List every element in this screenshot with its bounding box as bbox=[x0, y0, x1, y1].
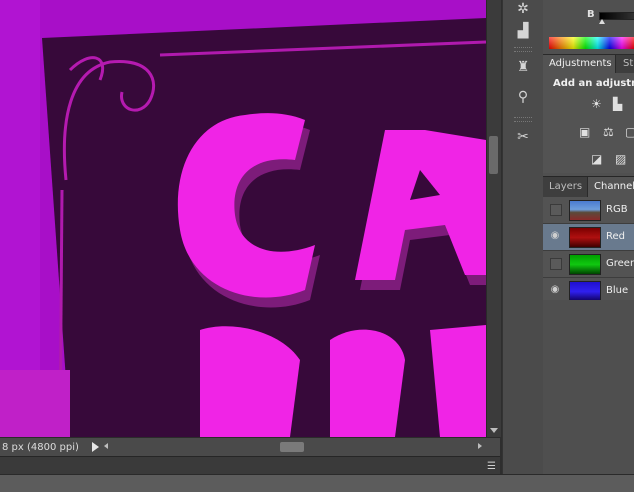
adjustments-tab-bar: Adjustments St bbox=[543, 54, 634, 73]
tool-presets-icon[interactable]: ✂ bbox=[514, 128, 532, 146]
photo-filter-icon[interactable]: ▢ bbox=[625, 125, 634, 139]
vertical-scroll-thumb[interactable] bbox=[489, 136, 498, 174]
horizontal-scroll-thumb[interactable] bbox=[280, 442, 304, 452]
levels-icon[interactable]: ▙ bbox=[613, 97, 622, 111]
blue-channel-label: B bbox=[587, 9, 595, 20]
vertical-scrollbar[interactable] bbox=[486, 0, 501, 437]
layers-tab-bar: Layers Channels bbox=[543, 176, 634, 197]
panel-menu-icon[interactable]: ☰ bbox=[487, 461, 496, 472]
channel-row-rgb[interactable]: RGB bbox=[543, 197, 634, 224]
channel-thumbnail bbox=[569, 254, 601, 275]
scroll-left-arrow-icon[interactable] bbox=[104, 443, 108, 449]
status-menu-arrow-icon[interactable] bbox=[92, 442, 99, 452]
invert-icon[interactable]: ◪ bbox=[591, 152, 602, 166]
channel-row-green[interactable]: Green bbox=[543, 251, 634, 278]
brightness-icon[interactable]: ☀ bbox=[591, 97, 602, 111]
channel-thumbnail bbox=[569, 281, 601, 302]
brush-settings-icon[interactable]: ✲ bbox=[514, 0, 532, 18]
channel-thumbnail bbox=[569, 200, 601, 221]
tab-channels[interactable]: Channels bbox=[587, 177, 634, 197]
histogram-icon[interactable]: ▟ bbox=[514, 22, 532, 40]
channel-label: Green bbox=[606, 258, 634, 269]
panel-footer: ☰ bbox=[0, 456, 500, 475]
channel-thumbnail bbox=[569, 227, 601, 248]
color-balance-icon[interactable]: ⚖ bbox=[603, 125, 614, 139]
tab-styles[interactable]: St bbox=[617, 55, 634, 73]
document-canvas[interactable] bbox=[0, 0, 486, 437]
visibility-toggle[interactable] bbox=[550, 204, 562, 216]
horizontal-scrollbar[interactable] bbox=[104, 441, 484, 453]
clone-source-icon[interactable]: ♜ bbox=[514, 58, 532, 76]
panel-icon-dock: ✲ ▟ ♜ ⚲ ✂ bbox=[502, 0, 544, 474]
status-bar: 8 px (4800 ppi) bbox=[0, 437, 500, 456]
channel-label: Blue bbox=[606, 285, 629, 296]
eye-icon[interactable]: ◉ bbox=[548, 231, 562, 241]
dock-grip-2[interactable] bbox=[514, 117, 532, 122]
right-panel: B Adjustments St Add an adjustme ☀ ▙ ▣ ⚖… bbox=[543, 0, 634, 474]
channel-label: RGB bbox=[606, 204, 628, 215]
taskbar-strip bbox=[0, 474, 634, 492]
channel-row-red[interactable]: ◉ Red bbox=[543, 224, 634, 251]
tab-layers[interactable]: Layers bbox=[543, 177, 588, 197]
exposure-icon[interactable]: ▣ bbox=[579, 125, 590, 139]
channel-label: Red bbox=[606, 231, 625, 242]
visibility-toggle[interactable] bbox=[550, 258, 562, 270]
document-size-readout: 8 px (4800 ppi) bbox=[2, 441, 79, 453]
tab-adjustments[interactable]: Adjustments bbox=[543, 55, 616, 73]
slider-marker-icon[interactable] bbox=[599, 19, 605, 24]
adjustments-hint: Add an adjustme bbox=[553, 78, 634, 89]
scroll-down-arrow-icon[interactable] bbox=[490, 428, 498, 433]
color-panel: B bbox=[543, 0, 634, 52]
eye-icon[interactable]: ◉ bbox=[548, 285, 562, 295]
brush-presets-icon[interactable]: ⚲ bbox=[514, 88, 532, 106]
dock-grip[interactable] bbox=[514, 47, 532, 52]
channels-panel-empty-area bbox=[543, 300, 634, 474]
scroll-right-arrow-icon[interactable] bbox=[478, 443, 482, 449]
gradient-map-icon[interactable]: ▨ bbox=[615, 152, 626, 166]
color-spectrum-bar[interactable] bbox=[549, 37, 634, 49]
adjustments-panel: Add an adjustme ☀ ▙ ▣ ⚖ ▢ ◪ ▨ bbox=[543, 73, 634, 173]
